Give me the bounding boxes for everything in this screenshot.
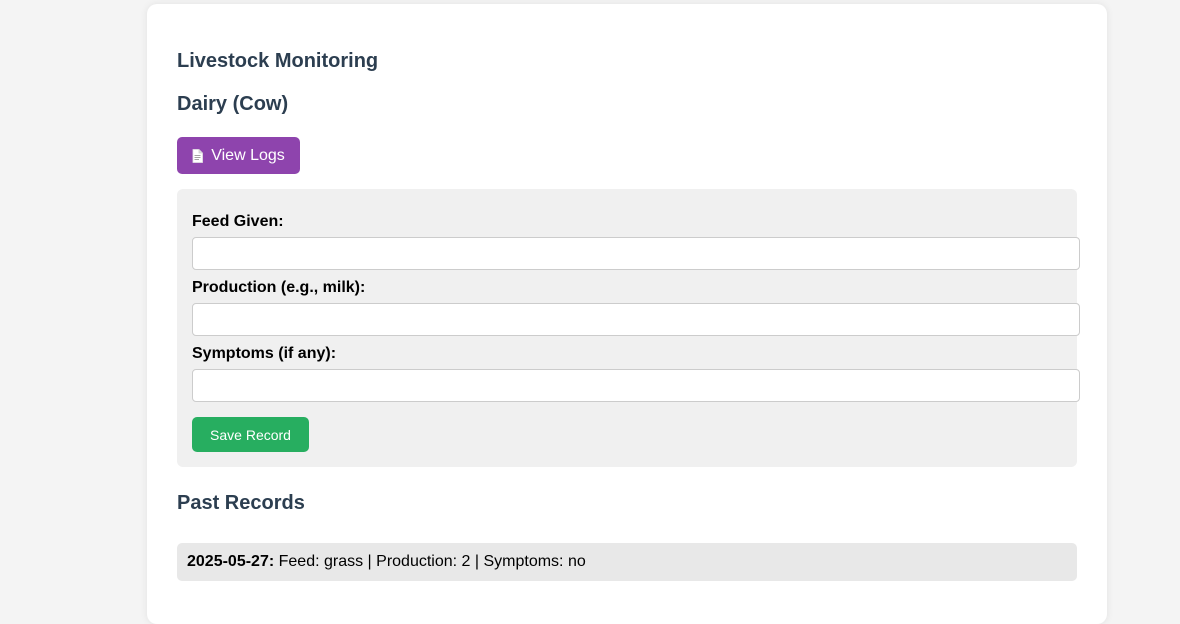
production-label: Production (e.g., milk): — [192, 279, 366, 296]
document-icon — [192, 148, 204, 163]
symptoms-label: Symptoms (if any): — [192, 345, 337, 362]
main-card: Livestock Monitoring Dairy (Cow) View Lo… — [147, 4, 1107, 624]
symptoms-input[interactable] — [192, 369, 1080, 402]
animal-subtitle: Dairy (Cow) — [177, 93, 289, 115]
production-input[interactable] — [192, 303, 1080, 336]
view-logs-label: View Logs — [211, 146, 285, 164]
feed-input[interactable] — [192, 237, 1080, 270]
record-date: 2025-05-27: — [187, 553, 275, 570]
list-item: 2025-05-27: Feed: grass | Production: 2 … — [177, 543, 1077, 581]
view-logs-button[interactable]: View Logs — [177, 137, 300, 174]
save-record-button[interactable]: Save Record — [192, 417, 309, 452]
record-details: Feed: grass | Production: 2 | Symptoms: … — [274, 553, 586, 570]
record-form: Feed Given: Production (e.g., milk): Sym… — [177, 189, 1080, 467]
feed-label: Feed Given: — [192, 213, 284, 230]
page-title: Livestock Monitoring — [177, 50, 379, 72]
past-records-heading: Past Records — [177, 492, 305, 514]
